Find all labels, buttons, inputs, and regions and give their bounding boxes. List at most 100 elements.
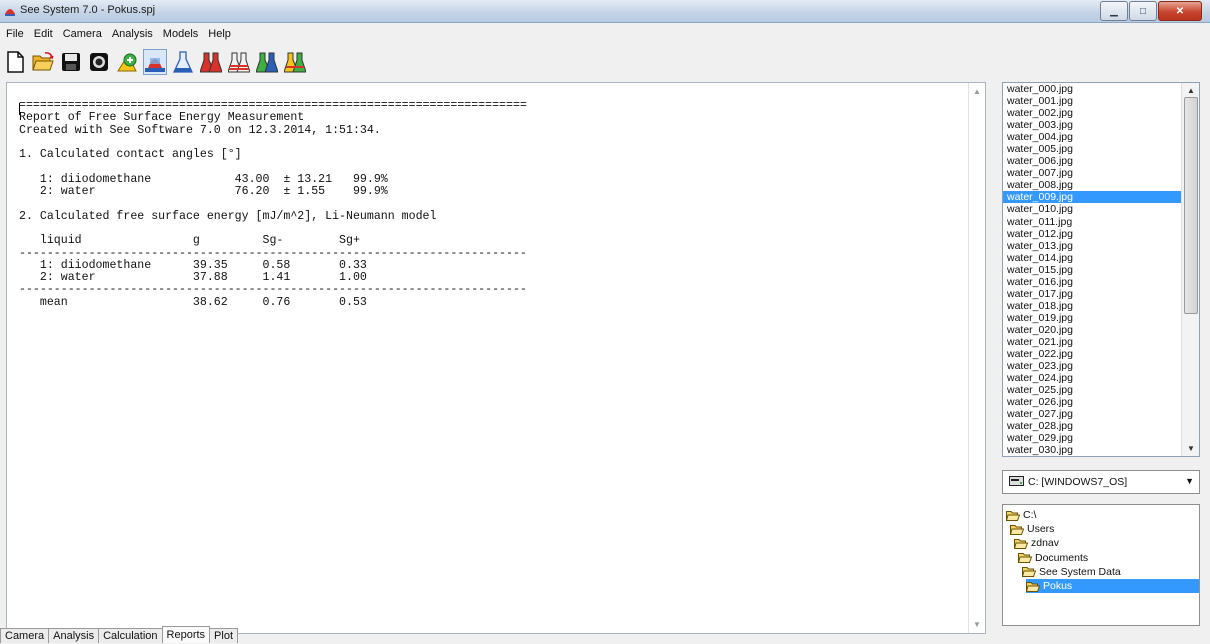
camera-icon <box>90 53 108 71</box>
drive-icon <box>1009 476 1024 486</box>
tree-node-label: zdnav <box>1031 537 1060 550</box>
drop-button[interactable] <box>143 49 167 75</box>
folder-tree: C:\ Users zdnav Documents See System Data Pok… <box>1002 504 1200 626</box>
capture-icon <box>117 53 137 72</box>
flask-red-icon <box>200 52 222 73</box>
close-button[interactable]: ✕ <box>1158 1 1202 21</box>
scroll-up-icon[interactable]: ▲ <box>973 87 981 96</box>
flask-yellow-button[interactable] <box>284 50 306 74</box>
file-list-item[interactable]: water_009.jpg <box>1003 191 1182 204</box>
file-list-item[interactable]: water_016.jpg <box>1003 276 1182 288</box>
window-title: See System 7.0 - Pokus.spj <box>20 4 156 16</box>
file-list-item[interactable]: water_018.jpg <box>1003 300 1182 312</box>
folder-icon <box>1006 510 1020 521</box>
file-list: water_000.jpg water_001.jpg water_002.jpg w… <box>1003 83 1182 456</box>
maximize-button[interactable]: □ <box>1129 1 1157 21</box>
file-list-item[interactable]: water_026.jpg <box>1003 396 1182 408</box>
tree-node[interactable]: Pokus <box>1026 579 1199 593</box>
maximize-icon: □ <box>1139 5 1147 17</box>
tab-reports[interactable]: Reports <box>161 626 211 643</box>
file-list-item[interactable]: water_017.jpg <box>1003 288 1182 300</box>
app-icon <box>5 9 15 16</box>
file-list-scrollbar[interactable]: ▲ ▼ <box>1181 83 1199 456</box>
file-list-panel: water_000.jpg water_001.jpg water_002.jpg w… <box>1002 82 1200 457</box>
folder-icon <box>1022 567 1036 578</box>
menu-edit[interactable]: Edit <box>28 26 57 44</box>
minimize-button[interactable]: ▁ <box>1100 1 1128 21</box>
file-list-item[interactable]: water_006.jpg <box>1003 155 1182 167</box>
file-list-item[interactable]: water_025.jpg <box>1003 384 1182 396</box>
open-icon <box>32 52 54 71</box>
menu-bar: File Edit Camera Analysis Models Help <box>0 26 235 44</box>
tree-node[interactable]: Documents <box>1018 551 1088 565</box>
scroll-up-icon[interactable]: ▲ <box>1187 86 1195 95</box>
camera-button[interactable] <box>88 50 110 74</box>
flask-icon <box>173 51 193 73</box>
tree-node[interactable]: C:\ <box>1006 508 1036 522</box>
menu-file[interactable]: File <box>0 26 28 44</box>
report-panel[interactable]: ========================================… <box>6 82 986 634</box>
file-list-item[interactable]: water_027.jpg <box>1003 408 1182 420</box>
menu-analysis[interactable]: Analysis <box>106 26 157 44</box>
tree-node[interactable]: See System Data <box>1022 565 1121 579</box>
file-list-item[interactable]: water_019.jpg <box>1003 312 1182 324</box>
report-scrollbar[interactable]: ▲ ▼ <box>968 83 985 633</box>
file-list-item[interactable]: water_029.jpg <box>1003 432 1182 444</box>
title-bar: See System 7.0 - Pokus.spj ▁ □ ✕ <box>0 0 1210 23</box>
tab-bar: Camera Analysis Calculation Reports Plot <box>0 626 239 643</box>
drop-icon <box>145 58 165 72</box>
save-button[interactable] <box>60 50 82 74</box>
file-list-item[interactable]: water_002.jpg <box>1003 107 1182 119</box>
tree-node-label: Pokus <box>1043 580 1073 592</box>
file-list-item[interactable]: water_028.jpg <box>1003 420 1182 432</box>
toolbar <box>4 49 306 75</box>
capture-button[interactable] <box>116 50 138 74</box>
scrollbar-thumb[interactable] <box>1184 97 1198 314</box>
file-list-item[interactable]: water_030.jpg <box>1003 444 1182 456</box>
file-list-item[interactable]: water_021.jpg <box>1003 336 1182 348</box>
file-list-item[interactable]: water_013.jpg <box>1003 240 1182 252</box>
file-list-item[interactable]: water_008.jpg <box>1003 179 1182 191</box>
flask-green-button[interactable] <box>256 50 278 74</box>
folder-icon <box>1014 538 1028 549</box>
save-icon <box>62 53 80 71</box>
folder-icon <box>1010 524 1024 535</box>
file-list-item[interactable]: water_014.jpg <box>1003 252 1182 264</box>
flask-striped-button[interactable] <box>228 50 250 74</box>
folder-icon <box>1026 581 1040 592</box>
flask-button[interactable] <box>172 50 194 74</box>
tree-node-label: Documents <box>1035 551 1089 564</box>
scroll-down-icon[interactable]: ▼ <box>973 620 981 629</box>
file-list-item[interactable]: water_000.jpg <box>1003 83 1182 95</box>
tree-node[interactable]: zdnav <box>1014 536 1059 550</box>
file-list-item[interactable]: water_001.jpg <box>1003 95 1182 107</box>
tree-node[interactable]: Users <box>1010 522 1054 536</box>
file-list-item[interactable]: water_007.jpg <box>1003 167 1182 179</box>
file-list-item[interactable]: water_015.jpg <box>1003 264 1182 276</box>
drive-label: C: [WINDOWS7_OS] <box>1028 476 1128 488</box>
file-list-item[interactable]: water_024.jpg <box>1003 372 1182 384</box>
file-list-item[interactable]: water_004.jpg <box>1003 131 1182 143</box>
file-list-item[interactable]: water_010.jpg <box>1003 203 1182 215</box>
folder-icon <box>1018 553 1032 564</box>
file-list-item[interactable]: water_023.jpg <box>1003 360 1182 372</box>
flask-green-icon <box>256 52 278 73</box>
tree-node-label: Users <box>1027 523 1055 536</box>
menu-models[interactable]: Models <box>157 26 202 44</box>
menu-help[interactable]: Help <box>202 26 235 44</box>
file-list-item[interactable]: water_005.jpg <box>1003 143 1182 155</box>
drive-selector[interactable]: C: [WINDOWS7_OS] ▼ <box>1002 470 1200 494</box>
chevron-down-icon[interactable]: ▼ <box>1185 476 1194 486</box>
file-list-item[interactable]: water_012.jpg <box>1003 228 1182 240</box>
flask-red-button[interactable] <box>200 50 222 74</box>
new-button[interactable] <box>4 50 26 74</box>
menu-camera[interactable]: Camera <box>57 26 106 44</box>
open-button[interactable] <box>32 50 54 74</box>
scroll-down-icon[interactable]: ▼ <box>1187 444 1195 453</box>
file-list-item[interactable]: water_020.jpg <box>1003 324 1182 336</box>
report-text[interactable]: ========================================… <box>19 99 527 309</box>
tree-node-label: See System Data <box>1039 565 1121 578</box>
file-list-item[interactable]: water_011.jpg <box>1003 216 1182 228</box>
file-list-item[interactable]: water_003.jpg <box>1003 119 1182 131</box>
file-list-item[interactable]: water_022.jpg <box>1003 348 1182 360</box>
